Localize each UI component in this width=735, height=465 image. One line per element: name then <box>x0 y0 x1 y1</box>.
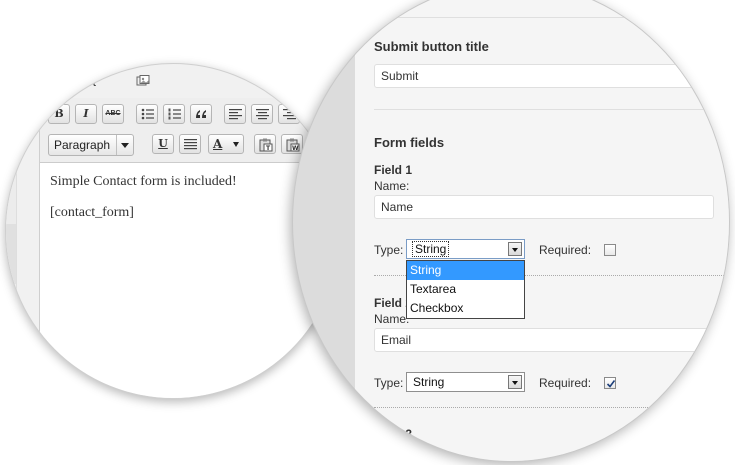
svg-text:W: W <box>292 145 299 152</box>
justify-button[interactable] <box>179 134 201 154</box>
underline-button[interactable]: U <box>152 134 174 154</box>
submit-title-value: Submit <box>381 69 419 83</box>
format-select[interactable]: Paragraph <box>48 134 134 156</box>
type-option-textarea[interactable]: Textarea <box>407 280 524 299</box>
justify-icon <box>184 139 197 150</box>
strikethrough-icon: ABC <box>105 110 121 117</box>
media-icon <box>136 75 150 86</box>
type-option-checkbox[interactable]: Checkbox <box>407 299 524 318</box>
strikethrough-button[interactable]: ABC <box>102 104 124 124</box>
field-3-heading: Field 3 <box>374 427 413 441</box>
checkmark-icon <box>606 380 616 388</box>
numbered-list-icon <box>168 108 181 120</box>
italic-button[interactable]: I <box>75 104 97 124</box>
form-fields-heading: Form fields <box>374 135 445 150</box>
chevron-down-icon <box>508 242 522 256</box>
field-1-name-value: Name <box>381 200 414 214</box>
align-right-icon <box>283 109 296 120</box>
field-1-type-select[interactable]: String <box>406 239 525 259</box>
add-media-label: Insert <box>66 75 97 89</box>
field-1-name-label: Name: <box>374 179 410 193</box>
chevron-down-icon <box>233 142 239 147</box>
field-2-name-value: Email <box>381 333 412 347</box>
format-select-value: Paragraph <box>54 138 111 152</box>
field-2-type-label: Type: <box>374 376 404 390</box>
paste-text-icon: T <box>259 138 273 152</box>
underline-icon: U <box>158 137 168 150</box>
bold-button[interactable]: B <box>48 104 70 124</box>
field-2-required-checkbox[interactable] <box>604 377 616 389</box>
field-1-required-checkbox[interactable] <box>604 244 616 256</box>
align-center-icon <box>256 109 269 120</box>
field-1-type-value: String <box>411 241 450 257</box>
numbered-list-button[interactable] <box>163 104 185 124</box>
bullet-list-icon <box>141 108 154 120</box>
divider <box>355 17 729 18</box>
form-settings-magnifier: Submit button title Submit Form fields F… <box>292 0 730 462</box>
text-color-button[interactable]: A <box>208 134 244 154</box>
type-option-string[interactable]: String <box>407 261 524 280</box>
admin-sidebar-edge <box>6 64 17 398</box>
submit-title-input[interactable]: Submit <box>374 64 729 88</box>
field-2-type-value: String <box>413 375 445 389</box>
field-1-heading: Field 1 <box>374 163 413 177</box>
align-center-button[interactable] <box>251 104 273 124</box>
divider <box>374 109 729 110</box>
chevron-down-icon <box>116 135 133 155</box>
align-left-button[interactable] <box>224 104 246 124</box>
chevron-down-icon <box>508 375 522 389</box>
field-divider <box>374 407 724 408</box>
bullet-list-button[interactable] <box>136 104 158 124</box>
italic-icon: I <box>83 107 89 120</box>
align-left-icon <box>229 109 242 120</box>
blockquote-icon <box>196 110 206 118</box>
field-1-type-label: Type: <box>374 243 404 257</box>
align-right-button[interactable] <box>278 104 300 124</box>
blockquote-button[interactable] <box>190 104 212 124</box>
editor-magnifier: Insert B I ABC Paragraph U A T W Simple … <box>5 63 341 399</box>
type-dropdown-list: String Textarea Checkbox <box>406 260 525 319</box>
content-line-1: Simple Contact form is included! <box>50 174 237 189</box>
shortcode-line: [contact_form] <box>50 205 134 220</box>
submit-title-label: Submit button title <box>374 39 489 54</box>
paste-word-button[interactable]: W <box>281 134 303 154</box>
bold-icon: B <box>54 107 64 120</box>
field-2-name-input[interactable]: Email <box>374 328 729 352</box>
field-1-name-input[interactable]: Name <box>374 195 714 219</box>
field-1-required-label: Required: <box>539 243 592 257</box>
paste-text-button[interactable]: T <box>254 134 276 154</box>
paste-word-icon: W <box>286 138 300 152</box>
text-color-icon: A <box>213 137 223 151</box>
field-2-name-label: Name: <box>374 312 410 326</box>
form-settings-panel: Submit button title Submit Form fields F… <box>355 0 729 461</box>
editor-toolbar: B I ABC Paragraph U A T W <box>40 98 340 163</box>
add-media-button[interactable]: Insert <box>66 75 150 89</box>
field-2-required-label: Required: <box>539 376 592 390</box>
field-2-type-select[interactable]: String <box>406 372 525 392</box>
